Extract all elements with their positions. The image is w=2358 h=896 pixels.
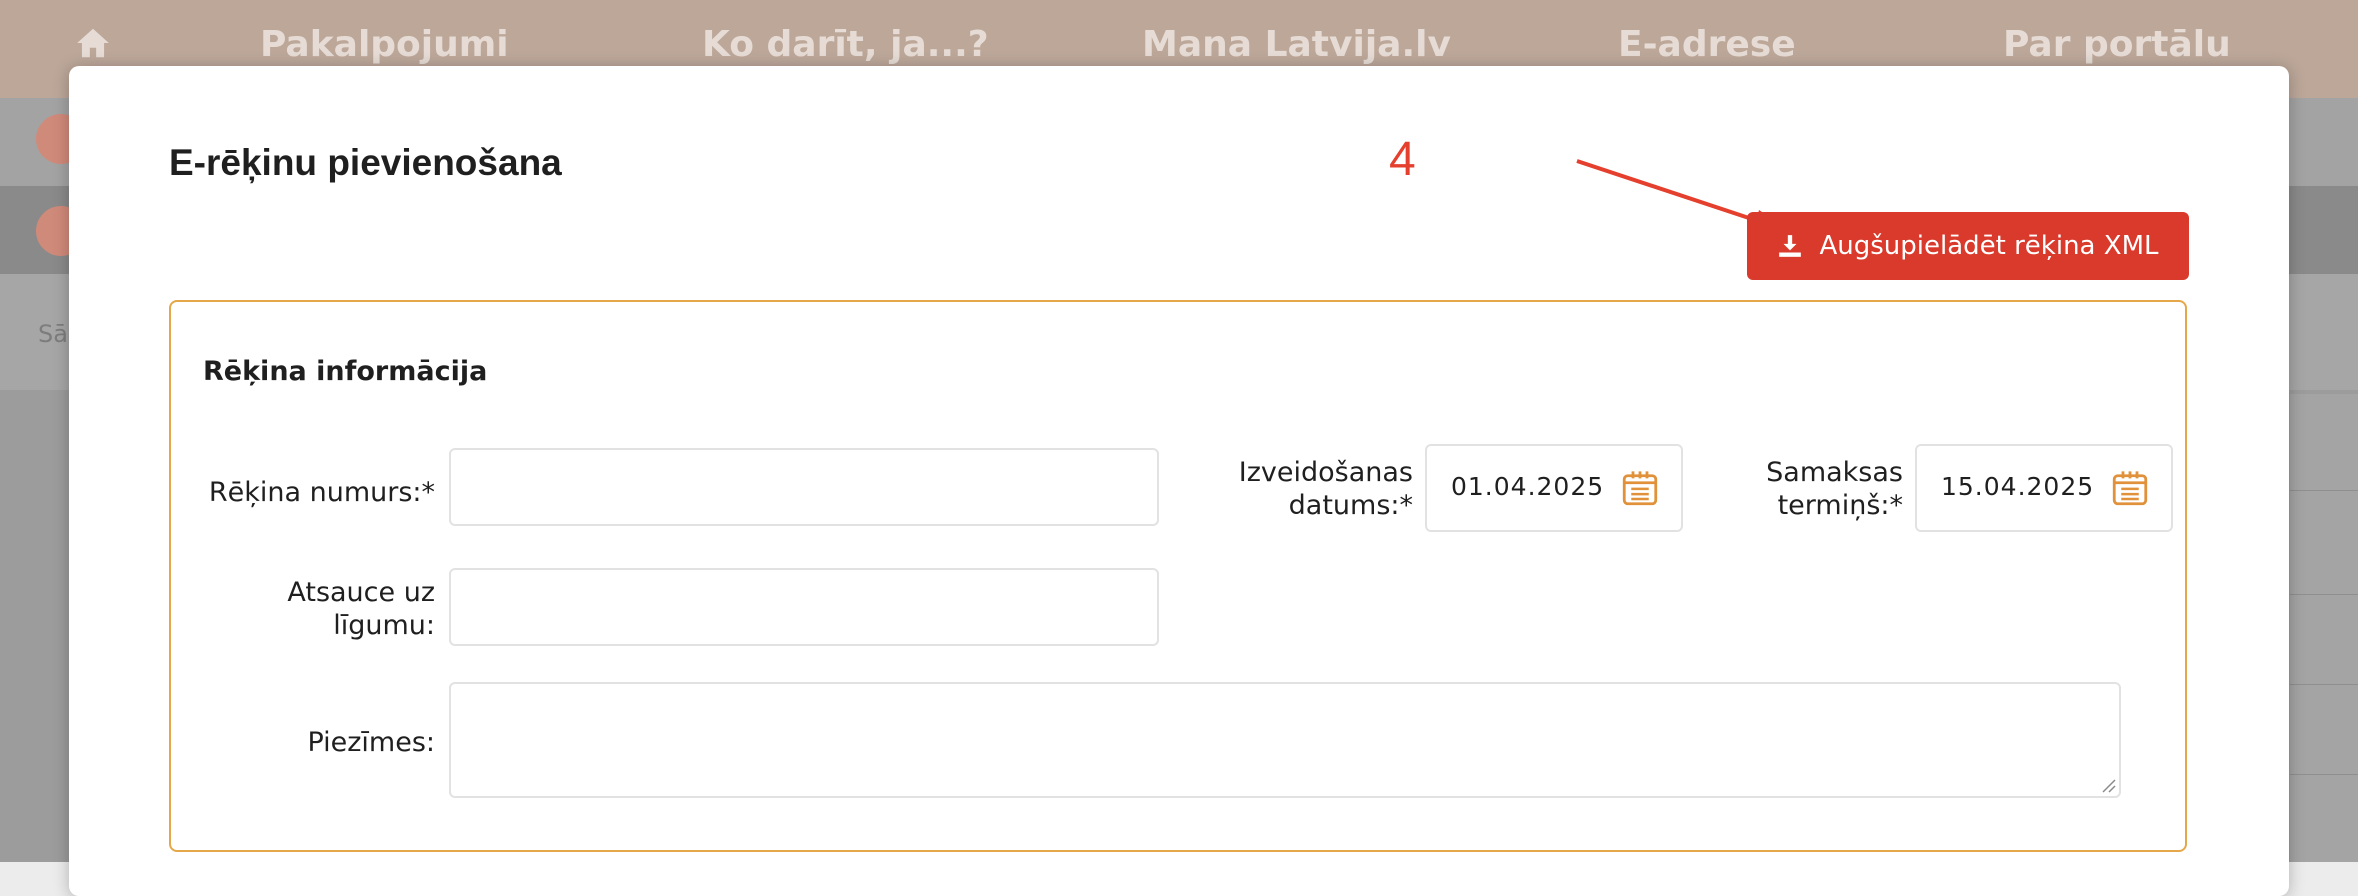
resize-handle-icon[interactable] — [2099, 776, 2117, 794]
created-date-field[interactable]: 01.04.2025 — [1425, 444, 1683, 532]
calendar-icon[interactable] — [2109, 466, 2151, 510]
upload-invoice-xml-button[interactable]: Augšupielādēt rēķina XML — [1747, 212, 2189, 280]
nav-item-e-address[interactable]: E-adrese — [1618, 20, 1796, 70]
due-date-field[interactable]: 15.04.2025 — [1915, 444, 2173, 532]
modal-title: E-rēķinu pievienošana — [169, 142, 562, 183]
invoice-number-input[interactable] — [449, 448, 1159, 526]
upload-button-label: Augšupielādēt rēķina XML — [1819, 231, 2159, 261]
invoice-number-label: Rēķina numurs:* — [208, 477, 435, 508]
invoice-information-panel: Rēķina informācija Rēķina numurs:* Izvei… — [169, 300, 2187, 852]
annotation-step-number: 4 — [1389, 133, 1416, 186]
created-date-value: 01.04.2025 — [1451, 472, 1605, 501]
add-e-invoice-modal: E-rēķinu pievienošana 4 Augšupielādēt rē… — [69, 66, 2289, 896]
panel-title: Rēķina informācija — [203, 356, 488, 387]
contract-reference-label: Atsauce uz līgumu: — [287, 577, 435, 641]
created-date-label: Izveidošanas datums:* — [1238, 457, 1413, 521]
nav-item-services[interactable]: Pakalpojumi — [260, 20, 509, 70]
contract-reference-input[interactable] — [449, 568, 1159, 646]
nav-item-my-latvija[interactable]: Mana Latvija.lv — [1142, 20, 1451, 70]
nav-item-what-to-do[interactable]: Ko darīt, ja...? — [702, 20, 989, 70]
download-icon — [1779, 235, 1802, 257]
notes-textarea[interactable] — [449, 682, 2121, 798]
due-date-label: Samaksas termiņš:* — [1766, 457, 1903, 521]
notes-label: Piezīmes: — [307, 727, 435, 758]
home-icon[interactable] — [74, 24, 112, 62]
background-table — [2290, 394, 2358, 862]
nav-item-about-portal[interactable]: Par portālu — [2003, 20, 2231, 70]
due-date-value: 15.04.2025 — [1941, 472, 2095, 501]
background-breadcrumb: Sāk — [38, 320, 72, 348]
calendar-icon[interactable] — [1619, 466, 1661, 510]
